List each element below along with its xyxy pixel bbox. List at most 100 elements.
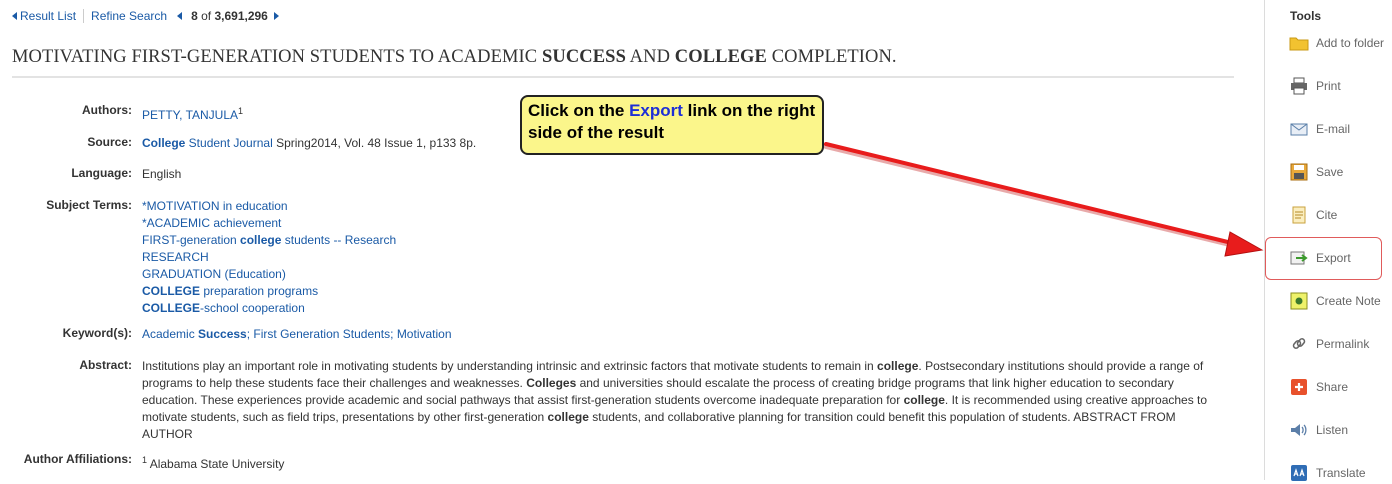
source-row: Source: College Student Journal Spring20… [0, 135, 476, 152]
tool-print[interactable]: Print [1289, 75, 1341, 97]
subject-terms-list: *MOTIVATION in education *ACADEMIC achie… [142, 198, 396, 317]
subject-term-link[interactable]: RESEARCH [142, 250, 209, 264]
callout-keyword: Export [629, 101, 683, 120]
top-navigation: Result List Refine Search 8 of 3,691,296 [12, 8, 279, 24]
authors-row: Authors: PETTY, TANJULA1 [0, 103, 243, 124]
cite-icon [1289, 205, 1309, 225]
tool-label: Share [1316, 380, 1349, 394]
author-superscript: 1 [238, 106, 244, 116]
keyword-link[interactable]: First Generation Students [253, 327, 390, 341]
subject-term-link[interactable]: FIRST-generation college students -- Res… [142, 233, 396, 247]
folder-icon [1289, 33, 1309, 53]
subject-term-text: students -- Research [281, 233, 397, 247]
pager-of-text: of [201, 9, 212, 23]
keyword-highlight: Success [198, 327, 247, 341]
tool-translate[interactable]: Translate [1289, 462, 1366, 484]
subject-terms-row: Subject Terms: *MOTIVATION in education … [0, 198, 396, 317]
speaker-icon [1289, 420, 1309, 440]
title-text-3: COMPLETION. [766, 47, 897, 67]
authors-label: Authors: [82, 103, 132, 117]
tool-add-to-folder[interactable]: Add to folder [1289, 32, 1384, 54]
printer-icon [1289, 76, 1309, 96]
source-journal-link[interactable]: College Student Journal [142, 136, 273, 150]
tool-label: Translate [1316, 466, 1366, 480]
keyword-link[interactable]: Academic Success [142, 327, 247, 341]
subject-term-highlight: COLLEGE [142, 284, 201, 298]
subject-term-text: -school cooperation [200, 301, 305, 315]
callout-text: Click on the [528, 101, 630, 120]
subject-term-highlight: COLLEGE [142, 301, 201, 315]
abstract-text: Institutions play an important role in m… [142, 358, 1222, 443]
result-list-link[interactable]: Result List [20, 9, 76, 23]
tool-label: Permalink [1316, 337, 1370, 351]
subject-terms-label: Subject Terms: [46, 198, 132, 212]
tool-share[interactable]: Share [1289, 376, 1348, 398]
tools-heading: Tools [1290, 9, 1322, 23]
tool-listen[interactable]: Listen [1289, 419, 1348, 441]
result-position: 8 [191, 9, 198, 23]
export-icon [1289, 248, 1309, 268]
subject-term-link[interactable]: COLLEGE-school cooperation [142, 301, 305, 315]
keywords-label: Keyword(s): [62, 326, 132, 340]
abstract-row: Abstract: Institutions play an important… [0, 358, 1222, 443]
affiliations-row: Author Affiliations: 1 Alabama State Uni… [0, 452, 285, 473]
previous-result-icon[interactable] [177, 12, 183, 20]
note-icon [1289, 291, 1309, 311]
translate-icon [1289, 463, 1309, 483]
keyword-separator: ; [390, 327, 397, 341]
back-arrow-icon[interactable] [12, 12, 17, 20]
next-result-icon[interactable] [273, 12, 279, 20]
title-highlight-success: SUCCESS [541, 47, 626, 67]
tool-cite[interactable]: Cite [1289, 204, 1337, 226]
tool-export[interactable]: Export [1289, 247, 1351, 269]
subject-term-text: preparation programs [200, 284, 319, 298]
subject-term-link[interactable]: *ACADEMIC achievement [142, 216, 281, 230]
tool-permalink[interactable]: Permalink [1289, 333, 1369, 355]
tool-label: Create Note [1316, 294, 1381, 308]
abstract-highlight: Colleges [526, 376, 577, 390]
language-value: English [142, 167, 182, 181]
source-details: Spring2014, Vol. 48 Issue 1, p133 8p. [272, 136, 477, 150]
refine-search-link[interactable]: Refine Search [91, 9, 167, 23]
nav-divider [83, 9, 85, 23]
keyword-text: Academic [142, 327, 199, 341]
subject-term-link[interactable]: *MOTIVATION in education [142, 199, 288, 213]
email-icon [1289, 119, 1309, 139]
keyword-link[interactable]: Motivation [397, 327, 452, 341]
language-row: Language: English [0, 166, 181, 183]
abstract-label: Abstract: [79, 358, 132, 372]
tool-label: E-mail [1316, 122, 1351, 136]
share-icon [1289, 377, 1309, 397]
tool-label: Save [1316, 165, 1344, 179]
affiliation-value: Alabama State University [147, 457, 285, 471]
abstract-segment: Institutions play an important role in m… [142, 359, 878, 373]
abstract-highlight: college [547, 410, 589, 424]
language-label: Language: [71, 166, 132, 180]
instruction-callout: Click on the Export link on the right si… [520, 95, 824, 155]
subject-term-text: FIRST-generation [142, 233, 241, 247]
subject-term-highlight: college [240, 233, 282, 247]
result-pager: 8 of 3,691,296 [177, 9, 279, 23]
tool-label: Add to folder [1316, 36, 1385, 50]
source-highlight: College [142, 136, 186, 150]
subject-term-link[interactable]: GRADUATION (Education) [142, 267, 286, 281]
save-icon [1289, 162, 1309, 182]
tool-email[interactable]: E-mail [1289, 118, 1350, 140]
tool-create-note[interactable]: Create Note [1289, 290, 1381, 312]
abstract-highlight: college [877, 359, 919, 373]
source-link-text: Student Journal [185, 136, 273, 150]
affiliations-label: Author Affiliations: [23, 452, 132, 466]
keywords-row: Keyword(s): Academic Success; First Gene… [0, 326, 452, 343]
tool-label: Export [1316, 251, 1351, 265]
tool-save[interactable]: Save [1289, 161, 1343, 183]
abstract-highlight: college [903, 393, 945, 407]
record-title: MOTIVATING FIRST-GENERATION STUDENTS TO … [12, 47, 1234, 78]
tool-label: Print [1316, 79, 1341, 93]
tool-label: Listen [1316, 423, 1349, 437]
subject-term-link[interactable]: COLLEGE preparation programs [142, 284, 318, 298]
title-highlight-college: COLLEGE [674, 47, 767, 67]
title-text-1: MOTIVATING FIRST-GENERATION STUDENTS TO … [12, 47, 542, 67]
source-label: Source: [87, 135, 132, 149]
author-link[interactable]: PETTY, TANJULA [142, 108, 238, 122]
result-total: 3,691,296 [214, 9, 268, 23]
